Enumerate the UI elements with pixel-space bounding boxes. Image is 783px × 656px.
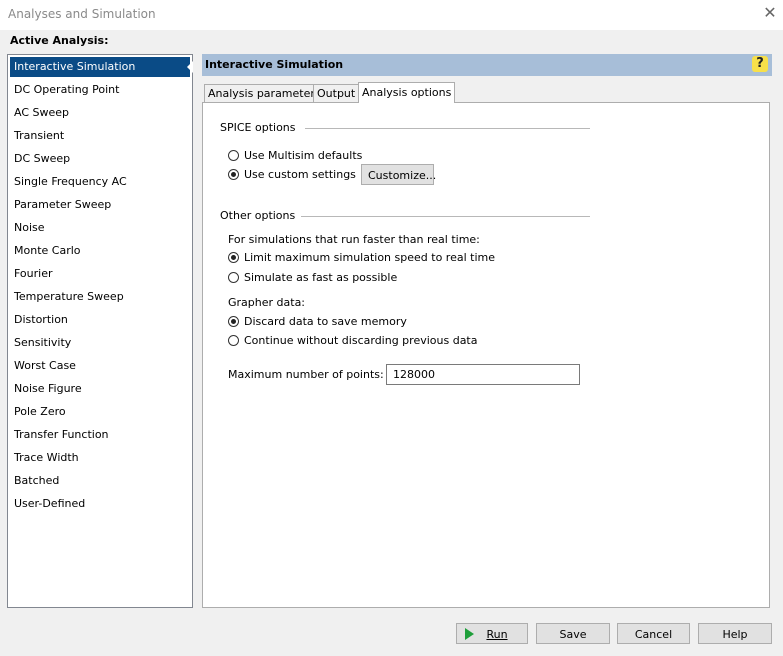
play-icon <box>465 628 474 640</box>
analysis-header-title: Interactive Simulation <box>205 58 344 71</box>
analysis-item[interactable]: Temperature Sweep <box>10 287 190 307</box>
analysis-item[interactable]: AC Sweep <box>10 103 190 123</box>
analysis-item[interactable]: Parameter Sweep <box>10 195 190 215</box>
spice-options-title: SPICE options <box>220 121 296 134</box>
radio-label: Use custom settings <box>244 168 356 181</box>
analysis-item[interactable]: Batched <box>10 471 190 491</box>
customize-button[interactable]: Customize... <box>361 164 436 185</box>
radio-label: Continue without discarding previous dat… <box>244 334 478 347</box>
faster-than-realtime-label: For simulations that run faster than rea… <box>228 233 480 246</box>
radio-circle <box>228 169 239 180</box>
title-bar: Analyses and Simulation ✕ <box>0 0 783 30</box>
analysis-item[interactable]: User-Defined <box>10 494 190 514</box>
cancel-button[interactable]: Cancel <box>617 623 690 644</box>
radio-circle <box>228 150 239 161</box>
active-analysis-label: Active Analysis: <box>10 34 109 47</box>
analysis-item[interactable]: Monte Carlo <box>10 241 190 261</box>
other-options-divider <box>301 216 590 217</box>
window-title: Analyses and Simulation <box>8 7 156 21</box>
analysis-item[interactable]: Distortion <box>10 310 190 330</box>
analysis-item[interactable]: Noise Figure <box>10 379 190 399</box>
max-points-label: Maximum number of points: <box>228 368 384 381</box>
analysis-list[interactable]: Interactive Simulation DC Operating Point… <box>7 54 193 608</box>
spice-options-divider <box>305 128 590 129</box>
radio-circle <box>228 252 239 263</box>
analysis-item[interactable]: Noise <box>10 218 190 238</box>
max-points-input[interactable]: 128000 <box>386 364 580 385</box>
analysis-item[interactable]: Single Frequency AC <box>10 172 190 192</box>
tab-analysis-parameters[interactable]: Analysis parameters <box>204 84 325 102</box>
radio-label: Use Multisim defaults <box>244 149 363 162</box>
analysis-header: Interactive Simulation ? <box>202 54 772 76</box>
help-icon[interactable]: ? <box>752 56 768 72</box>
other-options-title: Other options <box>220 209 296 222</box>
save-button[interactable]: Save <box>536 623 610 644</box>
analysis-item[interactable]: DC Operating Point <box>10 80 190 100</box>
tab-analysis-options[interactable]: Analysis options <box>358 82 456 103</box>
radio-label: Discard data to save memory <box>244 315 407 328</box>
analysis-item[interactable]: Worst Case <box>10 356 190 376</box>
analysis-item[interactable]: Pole Zero <box>10 402 190 422</box>
analysis-item[interactable]: Sensitivity <box>10 333 190 353</box>
radio-circle <box>228 335 239 346</box>
radio-label: Limit maximum simulation speed to real t… <box>244 251 495 264</box>
help-button[interactable]: Help <box>698 623 772 644</box>
run-button[interactable]: Run <box>456 623 528 644</box>
analysis-item[interactable]: Fourier <box>10 264 190 284</box>
analysis-item[interactable]: Interactive Simulation <box>10 57 193 77</box>
analysis-item[interactable]: Transfer Function <box>10 425 190 445</box>
analysis-item[interactable]: Trace Width <box>10 448 190 468</box>
analysis-item[interactable]: Transient <box>10 126 190 146</box>
grapher-data-label: Grapher data: <box>228 296 306 309</box>
radio-circle <box>228 316 239 327</box>
radio-circle <box>228 272 239 283</box>
tab-output[interactable]: Output <box>313 84 360 102</box>
selection-arrow-icon <box>187 61 193 73</box>
run-label: Run <box>486 628 508 641</box>
analysis-item[interactable]: DC Sweep <box>10 149 190 169</box>
radio-label: Simulate as fast as possible <box>244 271 398 284</box>
close-icon[interactable]: ✕ <box>760 3 780 22</box>
